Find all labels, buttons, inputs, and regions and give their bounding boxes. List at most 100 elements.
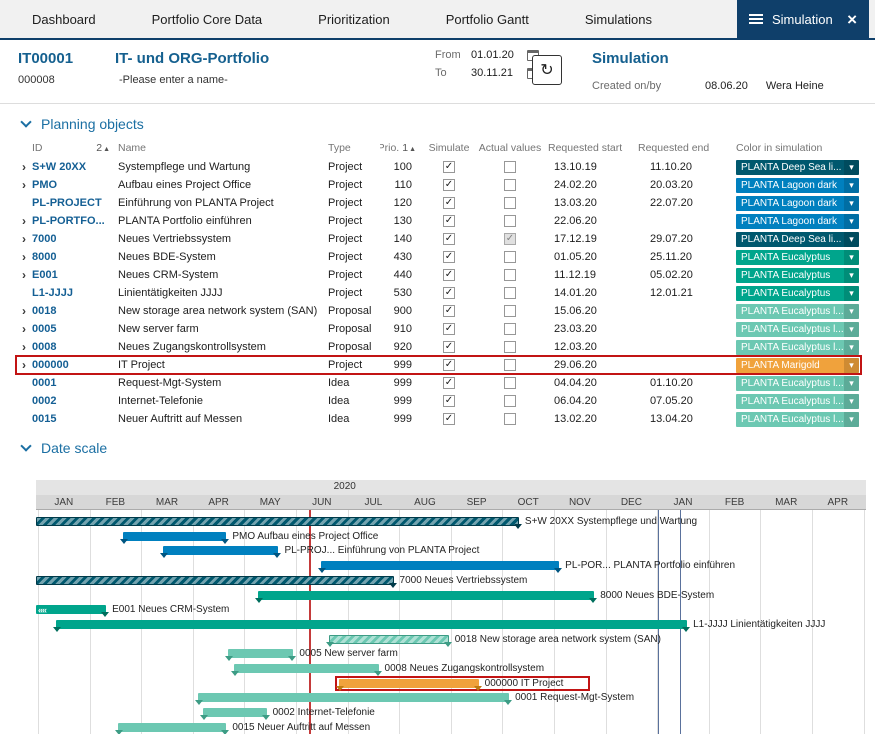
- row-id-link[interactable]: 0008: [32, 341, 118, 353]
- color-dropdown[interactable]: PLANTA Eucalyptus l...▾: [736, 322, 859, 337]
- gantt-bar[interactable]: [36, 517, 519, 526]
- simulate-checkbox[interactable]: ✓: [443, 341, 455, 353]
- table-row[interactable]: L1-JJJJLinientätigkeiten JJJJProject530✓…: [16, 284, 861, 302]
- simulate-checkbox[interactable]: ✓: [443, 413, 455, 425]
- color-dropdown[interactable]: PLANTA Eucalyptus l...▾: [736, 376, 859, 391]
- col-actual-values[interactable]: Actual values: [478, 142, 542, 154]
- simulate-checkbox[interactable]: ✓: [443, 233, 455, 245]
- gantt-bar[interactable]: [198, 693, 509, 702]
- expand-icon[interactable]: ›: [16, 179, 32, 191]
- table-row[interactable]: ›PL-PORTFO...PLANTA Portfolio einführenP…: [16, 212, 861, 230]
- col-requested-start[interactable]: Requested start: [542, 142, 632, 154]
- col-color-in-simulation[interactable]: Color in simulation: [722, 142, 861, 154]
- table-row[interactable]: PL-PROJECTEinführung von PLANTA ProjectP…: [16, 194, 861, 212]
- gantt-bar[interactable]: [234, 664, 379, 673]
- row-id-link[interactable]: 7000: [32, 233, 118, 245]
- row-id-link[interactable]: 0005: [32, 323, 118, 335]
- simulate-checkbox[interactable]: ✓: [443, 251, 455, 263]
- simulate-checkbox[interactable]: ✓: [443, 323, 455, 335]
- gantt-bar[interactable]: [329, 635, 449, 644]
- gantt-bar[interactable]: [163, 546, 278, 555]
- table-row[interactable]: ›E001Neues CRM-SystemProject440✓11.12.19…: [16, 266, 861, 284]
- portfolio-subtitle[interactable]: -Please enter a name-: [119, 74, 228, 86]
- color-dropdown[interactable]: PLANTA Lagoon dark▾: [736, 178, 859, 193]
- simulate-checkbox[interactable]: ✓: [443, 161, 455, 173]
- close-icon[interactable]: ×: [847, 11, 857, 28]
- table-row[interactable]: ›000000IT ProjectProject999✓29.06.20PLAN…: [16, 356, 861, 374]
- table-row[interactable]: 0002Internet-TelefonieIdea999✓06.04.2007…: [16, 392, 861, 410]
- expand-icon[interactable]: ›: [16, 215, 32, 227]
- table-row[interactable]: ›0008Neues ZugangskontrollsystemProposal…: [16, 338, 861, 356]
- actual-values-checkbox[interactable]: [504, 305, 516, 317]
- row-id-link[interactable]: PL-PROJECT: [32, 197, 118, 209]
- refresh-button[interactable]: [532, 55, 562, 85]
- actual-values-checkbox[interactable]: [504, 359, 516, 371]
- expand-icon[interactable]: ›: [16, 305, 32, 317]
- simulate-checkbox[interactable]: ✓: [443, 395, 455, 407]
- row-id-link[interactable]: 0018: [32, 305, 118, 317]
- actual-values-checkbox[interactable]: [504, 323, 516, 335]
- simulate-checkbox[interactable]: ✓: [443, 377, 455, 389]
- tab-simulation-active[interactable]: Simulation ×: [737, 0, 869, 38]
- actual-values-checkbox[interactable]: [504, 179, 516, 191]
- gantt-bar[interactable]: [56, 620, 687, 629]
- simulate-checkbox[interactable]: ✓: [443, 269, 455, 281]
- gantt-bar[interactable]: [321, 561, 559, 570]
- col-requested-end[interactable]: Requested end: [632, 142, 722, 154]
- color-dropdown[interactable]: PLANTA Eucalyptus l...▾: [736, 340, 859, 355]
- actual-values-checkbox[interactable]: [504, 341, 516, 353]
- expand-icon[interactable]: ›: [16, 269, 32, 281]
- simulate-checkbox[interactable]: ✓: [443, 179, 455, 191]
- col-prio[interactable]: Prio.: [380, 142, 399, 154]
- actual-values-checkbox[interactable]: ✓: [504, 233, 516, 245]
- simulate-checkbox[interactable]: ✓: [443, 197, 455, 209]
- expand-icon[interactable]: ›: [16, 323, 32, 335]
- col-id[interactable]: ID: [32, 142, 43, 154]
- date-scale-section-toggle[interactable]: Date scale: [0, 428, 875, 462]
- gantt-bar[interactable]: [228, 649, 293, 658]
- table-row[interactable]: ›PMOAufbau eines Project OfficeProject11…: [16, 176, 861, 194]
- color-dropdown[interactable]: PLANTA Eucalyptus l...▾: [736, 304, 859, 319]
- color-dropdown[interactable]: PLANTA Eucalyptus▾: [736, 268, 859, 283]
- actual-values-checkbox[interactable]: [504, 269, 516, 281]
- table-row[interactable]: 0001Request-Mgt-SystemIdea999✓04.04.2001…: [16, 374, 861, 392]
- expand-icon[interactable]: ›: [16, 251, 32, 263]
- actual-values-checkbox[interactable]: [504, 413, 516, 425]
- simulate-checkbox[interactable]: ✓: [443, 305, 455, 317]
- row-id-link[interactable]: 0015: [32, 413, 118, 425]
- gantt-bar[interactable]: [123, 532, 226, 541]
- actual-values-checkbox[interactable]: [504, 395, 516, 407]
- table-row[interactable]: 0015Neuer Auftritt auf MessenIdea999✓13.…: [16, 410, 861, 428]
- row-id-link[interactable]: PMO: [32, 179, 118, 191]
- row-id-link[interactable]: E001: [32, 269, 118, 281]
- row-id-link[interactable]: S+W 20XX: [32, 161, 118, 173]
- gantt-bar[interactable]: [118, 723, 226, 732]
- gantt-bar[interactable]: [36, 605, 106, 614]
- actual-values-checkbox[interactable]: [504, 377, 516, 389]
- color-dropdown[interactable]: PLANTA Eucalyptus l...▾: [736, 412, 859, 427]
- simulate-checkbox[interactable]: ✓: [443, 215, 455, 227]
- row-id-link[interactable]: 8000: [32, 251, 118, 263]
- gantt-bar[interactable]: [258, 591, 594, 600]
- gantt-bar[interactable]: [203, 708, 266, 717]
- col-name[interactable]: Name: [118, 142, 328, 154]
- expand-icon[interactable]: ›: [16, 341, 32, 353]
- row-id-link[interactable]: 0002: [32, 395, 118, 407]
- simulate-checkbox[interactable]: ✓: [443, 359, 455, 371]
- nav-item-portfolio-core-data[interactable]: Portfolio Core Data: [124, 0, 291, 38]
- actual-values-checkbox[interactable]: [504, 197, 516, 209]
- actual-values-checkbox[interactable]: [504, 251, 516, 263]
- nav-item-portfolio-gantt[interactable]: Portfolio Gantt: [418, 0, 557, 38]
- table-row[interactable]: ›8000Neues BDE-SystemProject430✓01.05.20…: [16, 248, 861, 266]
- color-dropdown[interactable]: PLANTA Deep Sea li...▾: [736, 232, 859, 247]
- expand-icon[interactable]: ›: [16, 161, 32, 173]
- table-row[interactable]: ›7000Neues VertriebssystemProject140✓✓17…: [16, 230, 861, 248]
- planning-objects-section-toggle[interactable]: Planning objects: [0, 104, 875, 138]
- row-id-link[interactable]: PL-PORTFO...: [32, 215, 118, 227]
- color-dropdown[interactable]: PLANTA Marigold▾: [736, 358, 859, 373]
- nav-item-simulations[interactable]: Simulations: [557, 0, 680, 38]
- color-dropdown[interactable]: PLANTA Eucalyptus▾: [736, 286, 859, 301]
- table-row[interactable]: ›0005New server farmProposal910✓23.03.20…: [16, 320, 861, 338]
- actual-values-checkbox[interactable]: [504, 287, 516, 299]
- row-id-link[interactable]: 0001: [32, 377, 118, 389]
